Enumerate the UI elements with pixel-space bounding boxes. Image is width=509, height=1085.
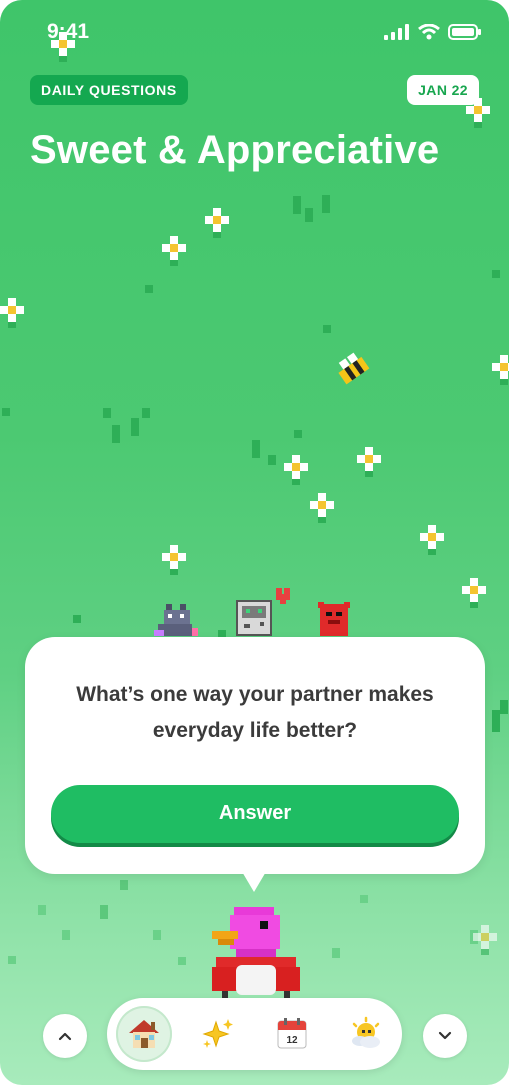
date-chip: JAN 22 (407, 75, 479, 105)
answer-button[interactable]: Answer (51, 785, 459, 843)
signal-icon (384, 24, 409, 40)
weather-icon (352, 1016, 380, 1048)
scroll-down-button[interactable] (423, 1014, 467, 1058)
scroll-up-button[interactable] (43, 1014, 87, 1058)
red-creature-character (318, 602, 350, 636)
battery-icon (448, 24, 481, 40)
status-time: 9:41 (47, 20, 90, 43)
chevron-down-icon (438, 1031, 452, 1040)
app-screen: 9:41 DAILY QUESTIONS JAN 22 Sweet & Appr… (0, 0, 509, 1085)
sparkles-icon (202, 1019, 233, 1048)
status-icons (384, 24, 482, 40)
chevron-up-icon (58, 1032, 72, 1041)
cat-character (154, 604, 198, 636)
drummer-bird-character (212, 907, 300, 999)
category-chip: DAILY QUESTIONS (30, 75, 188, 105)
nav-home[interactable] (116, 1006, 172, 1062)
calendar-icon: 12 (277, 1018, 307, 1049)
card-tail (241, 870, 267, 892)
nav-sparkles[interactable] (190, 1006, 246, 1062)
page-title: Sweet & Appreciative (30, 128, 440, 172)
wifi-icon (418, 24, 440, 40)
gameboy-character (236, 588, 290, 636)
question-card: What’s one way your partner makes everyd… (25, 637, 485, 874)
nav-weather[interactable] (338, 1006, 394, 1062)
calendar-day-number: 12 (286, 1035, 298, 1046)
question-text: What’s one way your partner makes everyd… (76, 683, 434, 742)
nav-calendar[interactable]: 12 (264, 1006, 320, 1062)
bottom-nav: 12 (107, 998, 402, 1070)
home-icon (129, 1020, 159, 1048)
